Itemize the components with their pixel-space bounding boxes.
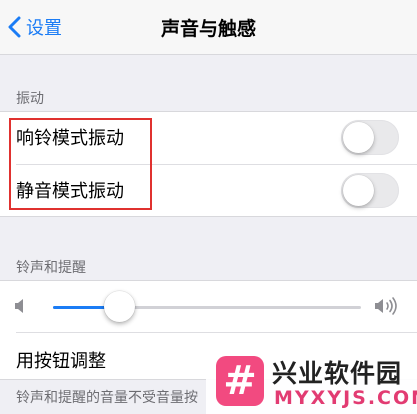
watermark: # 兴业软件园 MYXYJS.COM <box>206 352 417 414</box>
row-silent-vibrate: 静音模式振动 <box>0 165 417 217</box>
volume-slider[interactable] <box>53 291 361 322</box>
speaker-low-icon <box>15 299 23 313</box>
silent-vibrate-label: 静音模式振动 <box>16 181 124 202</box>
section-header-vibration: 振动 <box>16 91 44 107</box>
watermark-en-text: MYXYJS.COM <box>274 387 417 409</box>
speaker-high-icon <box>375 297 397 315</box>
ring-vibrate-toggle[interactable] <box>341 120 399 155</box>
section-header-ringer: 铃声和提醒 <box>16 260 86 276</box>
ringer-footer-note: 铃声和提醒的音量不受音量按 <box>16 390 198 406</box>
adjust-with-buttons-label: 用按钮调整 <box>16 351 106 372</box>
vibration-group: 响铃模式振动 静音模式振动 <box>0 111 417 217</box>
toggle-knob <box>343 122 374 153</box>
page-title: 声音与触感 <box>160 18 256 40</box>
silent-vibrate-toggle[interactable] <box>341 173 399 208</box>
watermark-logo: # <box>216 356 264 406</box>
ring-vibrate-label: 响铃模式振动 <box>16 128 124 149</box>
toggle-knob <box>343 175 374 206</box>
watermark-cn-text: 兴业软件园 <box>272 359 403 388</box>
navigation-bar: 设置 声音与触感 <box>0 0 417 55</box>
row-ring-vibrate: 响铃模式振动 <box>0 112 417 164</box>
volume-slider-thumb[interactable] <box>104 291 136 322</box>
